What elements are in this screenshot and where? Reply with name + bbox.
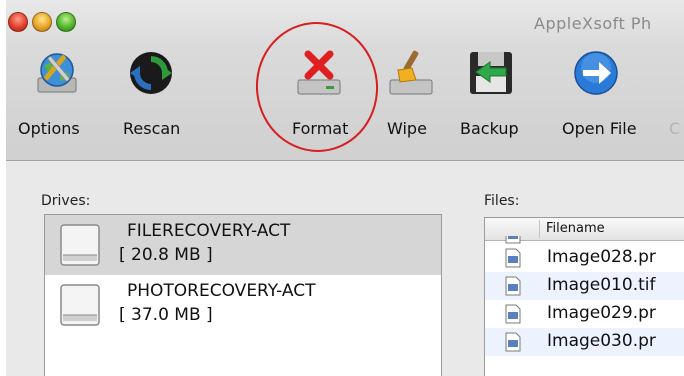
file-row[interactable]: Image010.tif — [485, 272, 684, 300]
toolbar: AppleXsoft Ph Options Rescan Format Wipe… — [6, 0, 684, 161]
app-window: AppleXsoft Ph Options Rescan Format Wipe… — [6, 0, 684, 376]
image-file-icon — [505, 236, 521, 244]
drive-size: [ 20.8 MB ] — [119, 245, 213, 265]
drive-name: FILERECOVERY-ACT — [127, 221, 291, 241]
backup-label: Backup — [460, 119, 519, 138]
image-file-icon — [505, 304, 521, 324]
format-highlight-circle — [249, 15, 385, 159]
open-file-label: Open File — [562, 119, 637, 138]
open-file-icon — [574, 51, 618, 95]
image-file-icon — [505, 248, 521, 268]
options-label: Options — [18, 119, 80, 138]
drive-item[interactable]: PHOTORECOVERY-ACT [ 37.0 MB ] — [45, 275, 441, 335]
hard-drive-icon — [60, 224, 100, 266]
file-row[interactable]: Image029.pr — [485, 300, 684, 328]
file-row[interactable]: Image030.pr — [485, 328, 684, 356]
file-row[interactable] — [485, 236, 684, 244]
truncated-toolbar-label[interactable]: C — [669, 119, 680, 138]
files-label: Files: — [484, 193, 520, 209]
file-row[interactable]: Image028.pr — [485, 244, 684, 272]
file-name: Image010.tif — [547, 275, 656, 295]
rescan-label: Rescan — [123, 119, 181, 138]
file-name: Image030.pr — [547, 331, 656, 351]
minimize-window-button[interactable] — [32, 12, 52, 32]
rescan-icon — [130, 52, 172, 94]
window-title: AppleXsoft Ph — [534, 14, 652, 33]
main-content: Drives: FILERECOVERY-ACT [ 20.8 MB ] PHO… — [6, 161, 684, 376]
wipe-label: Wipe — [387, 119, 427, 138]
file-name: Image028.pr — [547, 247, 656, 267]
globe-tools-icon — [37, 53, 77, 93]
file-name: Image029.pr — [547, 303, 656, 323]
image-file-icon — [505, 332, 521, 352]
drive-size: [ 37.0 MB ] — [119, 305, 213, 325]
drive-name: PHOTORECOVERY-ACT — [127, 281, 316, 301]
image-file-icon — [505, 276, 521, 296]
drives-label: Drives: — [41, 193, 91, 209]
zoom-window-button[interactable] — [56, 12, 76, 32]
floppy-backup-icon — [470, 52, 512, 94]
close-window-button[interactable] — [8, 12, 28, 32]
wipe-drive-icon — [389, 50, 433, 95]
hard-drive-icon — [60, 284, 100, 326]
file-list[interactable]: Filename Image028.pr Image010.tif Image0… — [484, 217, 684, 376]
drive-list[interactable]: FILERECOVERY-ACT [ 20.8 MB ] PHOTORECOVE… — [44, 214, 442, 376]
drive-item[interactable]: FILERECOVERY-ACT [ 20.8 MB ] — [45, 215, 441, 275]
